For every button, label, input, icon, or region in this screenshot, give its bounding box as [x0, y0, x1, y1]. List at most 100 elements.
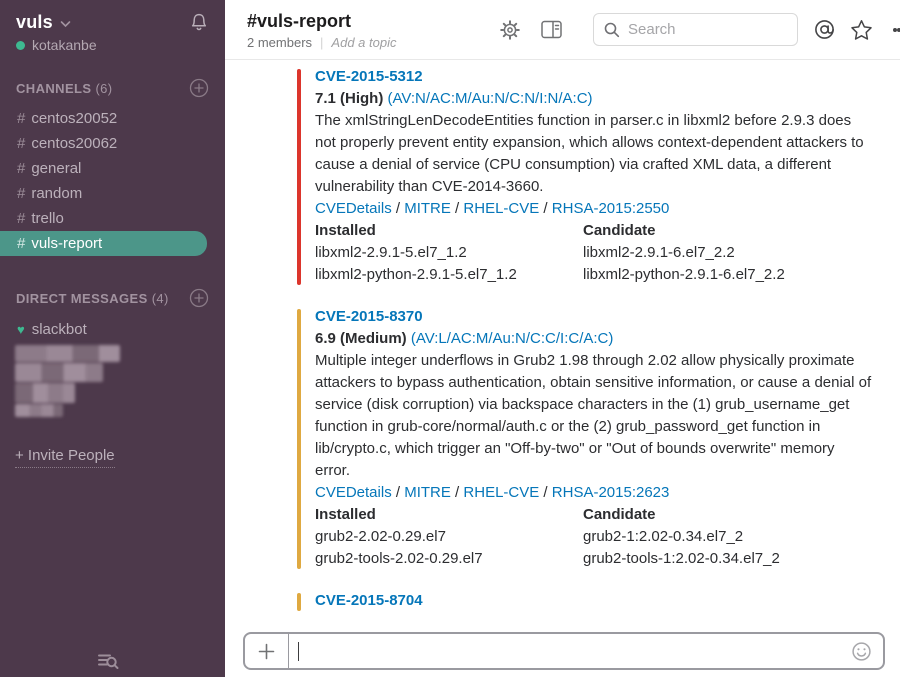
link-separator: /	[392, 484, 405, 501]
dms-section-header[interactable]: DIRECT MESSAGES (4)	[0, 288, 225, 308]
severity-line: 7.1 (High) (AV:N/AC:M/Au:N/C:N/I:N/A:C)	[315, 88, 872, 110]
cvss-vector-link[interactable]: (AV:N/AC:M/Au:N/C:N/I:N/A:C)	[388, 90, 593, 107]
attachment-color-bar	[297, 309, 301, 569]
reference-link[interactable]: RHEL-CVE	[463, 484, 539, 501]
field-value: grub2-1:2.02-0.34.el7_2	[583, 526, 780, 548]
channel-name: centos20052	[31, 110, 117, 127]
attachment-color-bar	[297, 593, 301, 611]
message-composer[interactable]	[243, 632, 885, 670]
sidebar-channel-item[interactable]: #general	[0, 156, 225, 181]
field-title: Installed	[315, 504, 583, 526]
link-separator: /	[539, 200, 552, 217]
cve-description: The xmlStringLenDecodeEntities function …	[315, 110, 872, 198]
channel-name: centos20062	[31, 135, 117, 152]
redacted-dm-entries[interactable]	[15, 345, 225, 417]
reference-link[interactable]: MITRE	[404, 484, 451, 501]
message-attachment: CVE-2015-5312 7.1 (High) (AV:N/AC:M/Au:N…	[297, 66, 872, 286]
cve-title-link[interactable]: CVE-2015-8704	[315, 590, 872, 612]
cve-title-link[interactable]: CVE-2015-8370	[315, 306, 872, 328]
reference-links: CVEDetails / MITRE / RHEL-CVE / RHSA-201…	[315, 482, 872, 504]
sidebar-channel-item[interactable]: # random	[0, 181, 225, 206]
message-input[interactable]	[289, 634, 851, 668]
severity-score: 6.9 (Medium)	[315, 330, 411, 347]
sidebar-channel-item[interactable]: #trello	[0, 206, 225, 231]
meta-divider: |	[320, 35, 323, 50]
invite-people-label: + Invite People	[15, 447, 115, 468]
current-user-row[interactable]: kotakanbe	[0, 33, 225, 53]
redacted-dm-name[interactable]	[15, 383, 75, 403]
channel-name: random	[31, 185, 82, 202]
field-title: Installed	[315, 220, 583, 242]
channel-list: #centos20052 #centos20062 #general #rand…	[0, 106, 225, 256]
field-value: grub2-tools-2.02-0.29.el7	[315, 548, 583, 570]
field-candidate: Candidategrub2-1:2.02-0.34.el7_2grub2-to…	[583, 504, 780, 570]
slack-app: vuls kotakanbe CHANNELS (6) # centos20052…	[0, 0, 900, 677]
field-candidate: Candidatelibxml2-2.9.1-6.el7_2.2libxml2-…	[583, 220, 785, 286]
reference-link[interactable]: RHEL-CVE	[463, 200, 539, 217]
add-channel-icon[interactable]	[189, 78, 209, 98]
emoji-smile-icon[interactable]	[851, 634, 883, 668]
hash-icon: #	[17, 185, 25, 202]
reference-link[interactable]: CVEDetails	[315, 484, 392, 501]
dms-label: DIRECT MESSAGES	[16, 291, 148, 306]
star-icon[interactable]	[850, 19, 873, 41]
sidebar-channel-item[interactable]: #vuls-report	[0, 231, 207, 256]
message-attachment: CVE-2015-8704	[297, 590, 872, 612]
sidebar-channel-item[interactable]: # centos20062	[0, 131, 225, 156]
search-box[interactable]	[593, 13, 798, 46]
field-value: libxml2-python-2.9.1-6.el7_2.2	[583, 264, 785, 286]
attachment-fields: Installedlibxml2-2.9.1-5.el7_1.2libxml2-…	[315, 220, 872, 286]
channels-section-header[interactable]: CHANNELS (6)	[0, 78, 225, 98]
heart-icon: ♥	[17, 322, 25, 337]
hash-icon: #	[17, 235, 25, 252]
channel-header: #vuls-report 2 members | Add a topic	[225, 0, 900, 60]
redacted-dm-name[interactable]	[15, 345, 120, 362]
reference-link[interactable]: RHSA-2015:2550	[552, 200, 670, 217]
redacted-dm-name[interactable]	[15, 404, 63, 417]
cve-title-link[interactable]: CVE-2015-5312	[315, 66, 872, 88]
text-caret	[298, 642, 299, 661]
bell-icon[interactable]	[189, 12, 209, 33]
dm-list: ♥ slackbot	[0, 317, 225, 417]
add-topic-button[interactable]: Add a topic	[331, 35, 396, 50]
field-installed: Installedlibxml2-2.9.1-5.el7_1.2libxml2-…	[315, 220, 583, 286]
message-attachment: CVE-2015-8370 6.9 (Medium) (AV:L/AC:M/Au…	[297, 306, 872, 570]
reference-link[interactable]: MITRE	[404, 200, 451, 217]
main-pane: #vuls-report 2 members | Add a topic	[225, 0, 900, 677]
link-separator: /	[451, 484, 464, 501]
cve-description: Multiple integer underflows in Grub2 1.9…	[315, 350, 872, 482]
channel-header-info: #vuls-report 2 members | Add a topic	[247, 9, 485, 50]
channel-browser-icon[interactable]	[97, 652, 121, 670]
reference-link[interactable]: RHSA-2015:2623	[552, 484, 670, 501]
attach-plus-icon[interactable]	[245, 634, 289, 668]
invite-people-button[interactable]: + Invite People	[15, 447, 225, 468]
redacted-dm-name[interactable]	[15, 363, 103, 382]
link-separator: /	[539, 484, 552, 501]
workspace-row: vuls	[0, 10, 225, 33]
field-title: Candidate	[583, 220, 785, 242]
field-value: grub2-tools-1:2.02-0.34.el7_2	[583, 548, 780, 570]
current-user-name: kotakanbe	[32, 37, 97, 53]
sidebar: vuls kotakanbe CHANNELS (6) # centos20052…	[0, 0, 225, 677]
flexpane-toggle-icon[interactable]	[541, 20, 562, 39]
hash-icon: #	[17, 110, 25, 127]
member-count[interactable]: 2 members	[247, 35, 312, 50]
search-input[interactable]	[628, 21, 778, 38]
dm-item-slackbot[interactable]: ♥ slackbot	[0, 317, 225, 342]
cvss-vector-link[interactable]: (AV:L/AC:M/Au:N/C:C/I:C/A:C)	[411, 330, 614, 347]
more-options-icon[interactable]	[889, 23, 900, 37]
workspace-menu-button[interactable]: vuls	[16, 12, 53, 33]
dm-name: slackbot	[32, 321, 87, 338]
reference-link[interactable]: CVEDetails	[315, 200, 392, 217]
add-dm-icon[interactable]	[189, 288, 209, 308]
dms-count: (4)	[152, 291, 169, 306]
sidebar-channel-item[interactable]: # centos20052	[0, 106, 225, 131]
gear-icon[interactable]	[499, 19, 521, 41]
channel-name: general	[31, 160, 81, 177]
hash-icon: #	[17, 135, 25, 152]
channels-count: (6)	[95, 81, 112, 96]
mentions-icon[interactable]	[813, 18, 836, 41]
chevron-down-icon[interactable]	[60, 20, 71, 28]
channel-title[interactable]: #vuls-report	[247, 11, 485, 32]
channel-name: trello	[31, 210, 64, 227]
